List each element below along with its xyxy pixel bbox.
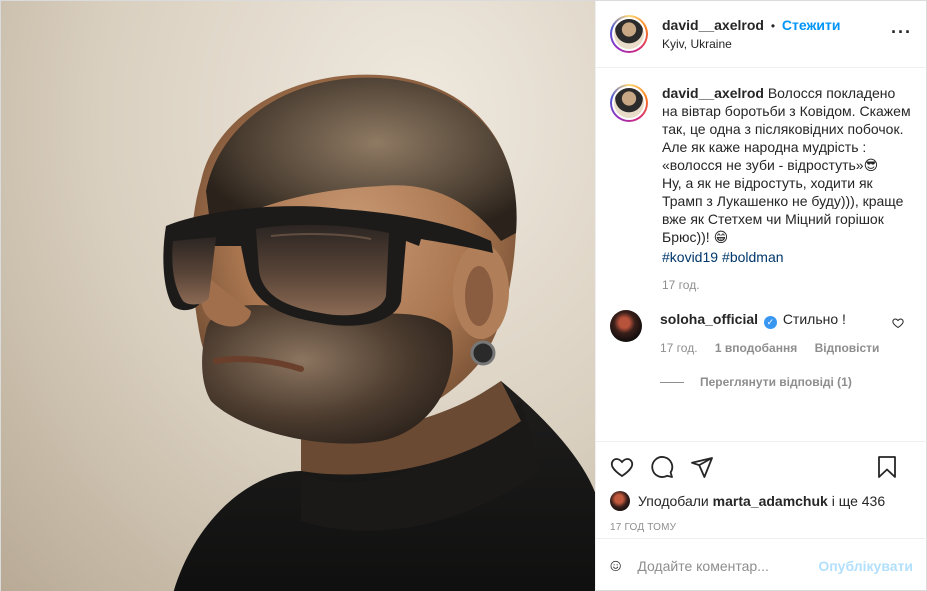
liker-avatar[interactable] [610,491,630,511]
emoji-icon[interactable] [610,553,621,579]
share-icon[interactable] [690,455,714,479]
likes-prefix: Уподобали [638,493,709,509]
liker-username[interactable]: marta_adamchuk [713,493,828,509]
bookmark-icon[interactable] [875,455,899,479]
separator-dot: • [770,18,776,33]
heart-icon[interactable] [610,455,634,479]
post-photo[interactable] [1,1,595,591]
view-replies-label: Переглянути відповіді (1) [700,375,852,389]
comment-likes-count[interactable]: 1 вподобання [715,341,797,355]
post-header: david__axelrod • Стежити Kyiv, Ukraine ·… [596,1,926,68]
likes-count[interactable]: і ще 436 [832,493,885,509]
author-username[interactable]: david__axelrod [662,17,764,33]
action-icons [596,442,927,492]
commenter-avatar[interactable] [610,310,642,342]
verified-icon: ✓ [763,316,777,329]
caption-time[interactable]: 17 год. [662,278,912,292]
caption-content: Волосся покладено на вівтар боротьби з К… [662,85,911,245]
comment-time[interactable]: 17 год. [660,341,698,355]
add-comment-bar: Опублікувати [596,538,927,591]
hashtags: #kovid19 #boldman [662,248,912,266]
hashtag-link[interactable]: #boldman [722,249,784,265]
comment-icon[interactable] [650,455,674,479]
comment-content: Стильно ! [782,311,846,327]
comment-item: soloha_official ✓ Стильно ! 17 год. 1 вп… [610,310,912,355]
view-replies-button[interactable]: Переглянути відповіді (1) [660,375,912,389]
caption-text: david__axelrod Волосся покладено на вівт… [662,84,912,246]
more-options-icon[interactable]: ··· [891,23,912,41]
caption-avatar[interactable] [610,84,648,122]
author-avatar[interactable] [610,15,648,53]
post-date[interactable]: 17 ГОД ТОМУ [596,522,927,533]
hashtag-link[interactable]: #kovid19 [662,249,718,265]
likes-summary: Уподобали marta_adamchuk і ще 436 [596,491,927,511]
replies-divider [660,381,684,383]
publish-button[interactable]: Опублікувати [818,558,913,574]
follow-button[interactable]: Стежити [782,17,841,33]
comment-text: soloha_official ✓ Стильно ! [660,310,893,329]
comment-input[interactable] [637,557,819,574]
reply-button[interactable]: Відповісти [815,341,880,355]
instagram-post: david__axelrod • Стежити Kyiv, Ukraine ·… [0,0,927,591]
post-side-panel: david__axelrod • Стежити Kyiv, Ukraine ·… [595,1,927,591]
comment-like-icon[interactable] [892,317,904,332]
comment-meta: 17 год. 1 вподобання Відповісти [660,341,893,355]
portrait-illustration [163,74,595,591]
caption: david__axelrod Волосся покладено на вівт… [610,84,912,292]
caption-username[interactable]: david__axelrod [662,85,764,101]
commenter-username[interactable]: soloha_official [660,311,758,327]
post-location[interactable]: Kyiv, Ukraine [662,35,841,53]
comments-section: david__axelrod Волосся покладено на вівт… [596,68,926,441]
